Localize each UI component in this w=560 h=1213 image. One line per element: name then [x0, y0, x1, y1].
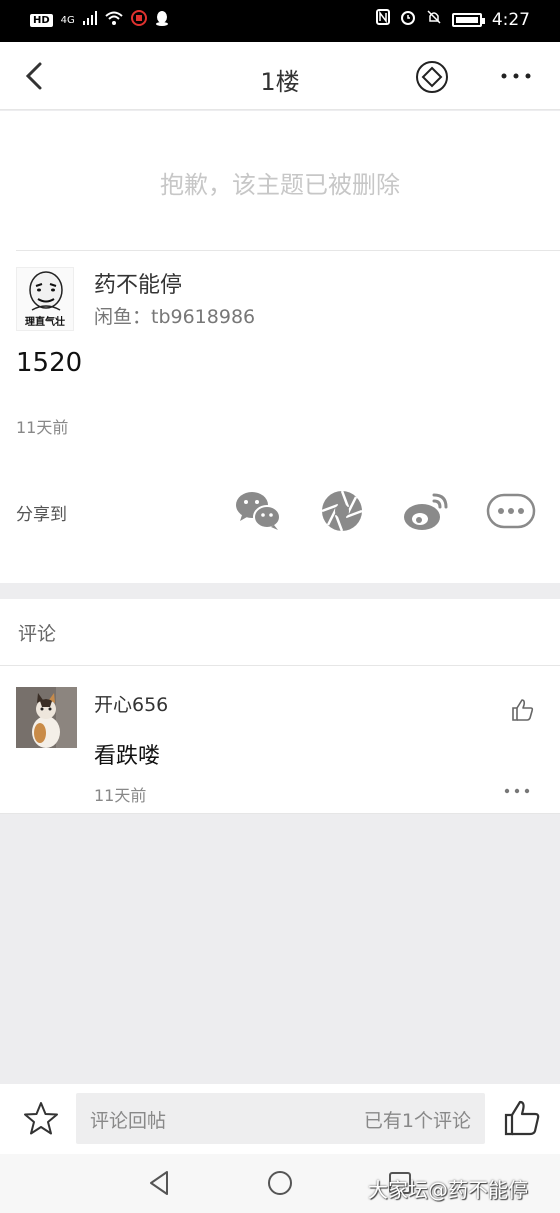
divider [0, 813, 560, 814]
thumbs-up-icon[interactable] [502, 1098, 542, 1138]
comment-count: 已有1个评论 [363, 1110, 471, 1132]
alarm-icon [400, 9, 416, 30]
favorite-star-icon[interactable] [22, 1100, 60, 1138]
author-avatar[interactable]: 理直气壮 [16, 267, 74, 331]
back-triangle-icon[interactable] [145, 1168, 175, 1198]
post-card: 抱歉，该主题已被删除 理直气壮 药不能停 闲鱼：tb9618986 1520 1… [0, 111, 560, 583]
comment-text: 看跌喽 [94, 744, 161, 769]
commenter-name[interactable]: 开心656 [94, 690, 168, 717]
commenter-avatar[interactable] [16, 687, 77, 748]
post-time: 11天前 [16, 418, 69, 437]
battery-icon [451, 12, 485, 27]
comment-input[interactable]: 评论回帖 已有1个评论 [76, 1093, 485, 1144]
wechat-icon[interactable] [234, 489, 282, 533]
weibo-icon[interactable] [402, 489, 450, 533]
clock-time: 4:27 [491, 9, 530, 30]
author-subtitle: 闲鱼：tb9618986 [94, 306, 256, 328]
mute-icon [426, 9, 442, 30]
comment-time: 11天前 [94, 786, 147, 805]
comment-placeholder: 评论回帖 [90, 1110, 167, 1132]
comment-more-icon[interactable] [501, 785, 533, 797]
status-bar: HD 4G 4:27 [0, 0, 560, 42]
reward-coin-icon[interactable] [415, 60, 449, 94]
nav-bar: 1楼 [0, 42, 560, 110]
share-label: 分享到 [16, 505, 67, 525]
wifi-icon [105, 11, 123, 29]
page-title: 1楼 [260, 68, 300, 96]
divider [16, 250, 560, 251]
more-options-icon[interactable] [496, 64, 536, 88]
moments-icon[interactable] [318, 489, 366, 533]
comments-header: 评论 [18, 623, 57, 645]
meme-face-icon [29, 271, 63, 311]
nfc-icon [375, 9, 390, 30]
author-name[interactable]: 药不能停 [94, 267, 182, 299]
app-notification-icon [130, 10, 147, 30]
network-indicator: 4G [60, 14, 75, 26]
more-share-icon[interactable] [486, 489, 536, 533]
cat-photo [16, 687, 77, 748]
comment-composer: 评论回帖 已有1个评论 [0, 1084, 560, 1154]
divider [0, 665, 560, 666]
post-content: 1520 [16, 348, 83, 378]
deleted-notice: 抱歉，该主题已被删除 [160, 171, 400, 199]
avatar-caption: 理直气壮 [25, 317, 65, 328]
watermark: 大家坛@药不能停 [368, 1178, 528, 1202]
hd-indicator: HD [30, 13, 53, 27]
comments-section: 评论 开心656 看跌喽 11天前 [0, 599, 560, 814]
qq-icon [155, 10, 169, 30]
like-icon[interactable] [510, 697, 536, 723]
home-circle-icon[interactable] [265, 1168, 295, 1198]
signal-icon [82, 11, 97, 29]
